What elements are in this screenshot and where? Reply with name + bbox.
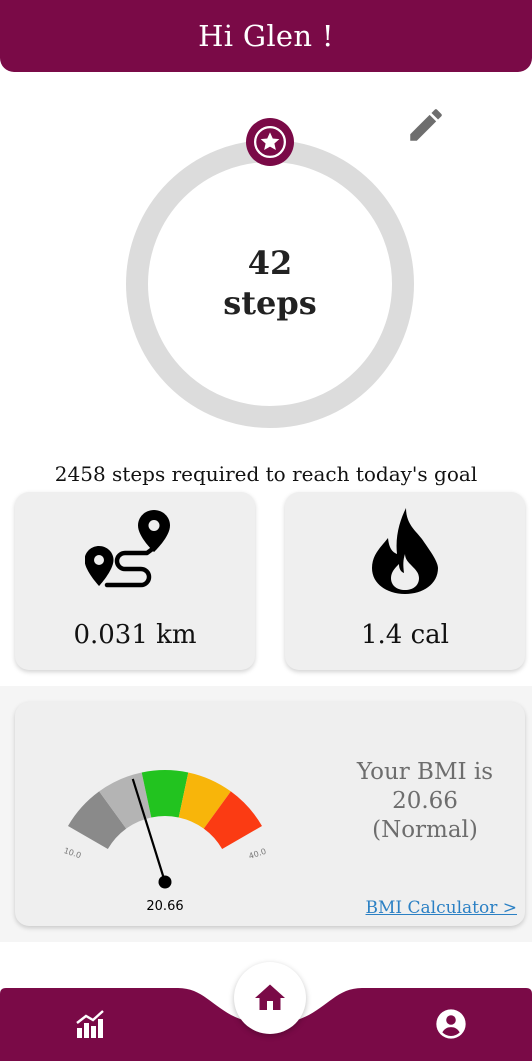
bar-chart-icon bbox=[76, 1010, 104, 1038]
gauge-max-label: 40.0 bbox=[248, 847, 268, 861]
home-icon bbox=[255, 984, 285, 1010]
bmi-card: 10.0 40.0 20.66 Your BMI is 20.66 (Norma… bbox=[15, 702, 525, 926]
step-count: 42 bbox=[247, 244, 293, 282]
bmi-intro-text: Your BMI is bbox=[356, 759, 494, 785]
calories-card: 1.4 cal bbox=[285, 492, 525, 670]
step-unit-label: steps bbox=[223, 284, 317, 322]
goal-star-badge bbox=[246, 118, 294, 166]
app-header: Hi Glen ! bbox=[0, 0, 532, 72]
nav-profile-button[interactable] bbox=[435, 1008, 467, 1040]
account-icon bbox=[436, 1009, 466, 1039]
nav-home-button[interactable] bbox=[234, 962, 306, 1034]
calories-value: 1.4 cal bbox=[361, 620, 449, 650]
bmi-calculator-link[interactable]: BMI Calculator > bbox=[366, 898, 517, 918]
goal-remaining-text: 2458 steps required to reach today's goa… bbox=[54, 462, 478, 486]
star-icon bbox=[253, 125, 287, 159]
distance-value: 0.031 km bbox=[73, 620, 197, 650]
greeting-title: Hi Glen ! bbox=[198, 19, 334, 53]
bmi-summary: Your BMI is 20.66 (Normal) bbox=[345, 758, 505, 845]
route-icon bbox=[85, 510, 170, 588]
bmi-category: (Normal) bbox=[372, 817, 478, 843]
gauge-min-label: 10.0 bbox=[63, 846, 83, 860]
nav-stats-button[interactable] bbox=[74, 1008, 106, 1040]
distance-card: 0.031 km bbox=[15, 492, 255, 670]
bmi-value: 20.66 bbox=[392, 788, 458, 814]
flame-icon bbox=[372, 508, 438, 594]
step-progress-ring: 42 steps bbox=[126, 118, 414, 428]
gauge-pointer-label: 20.66 bbox=[146, 899, 183, 914]
bmi-gauge: 10.0 40.0 20.66 bbox=[63, 770, 268, 914]
gauge-pivot bbox=[158, 875, 172, 889]
